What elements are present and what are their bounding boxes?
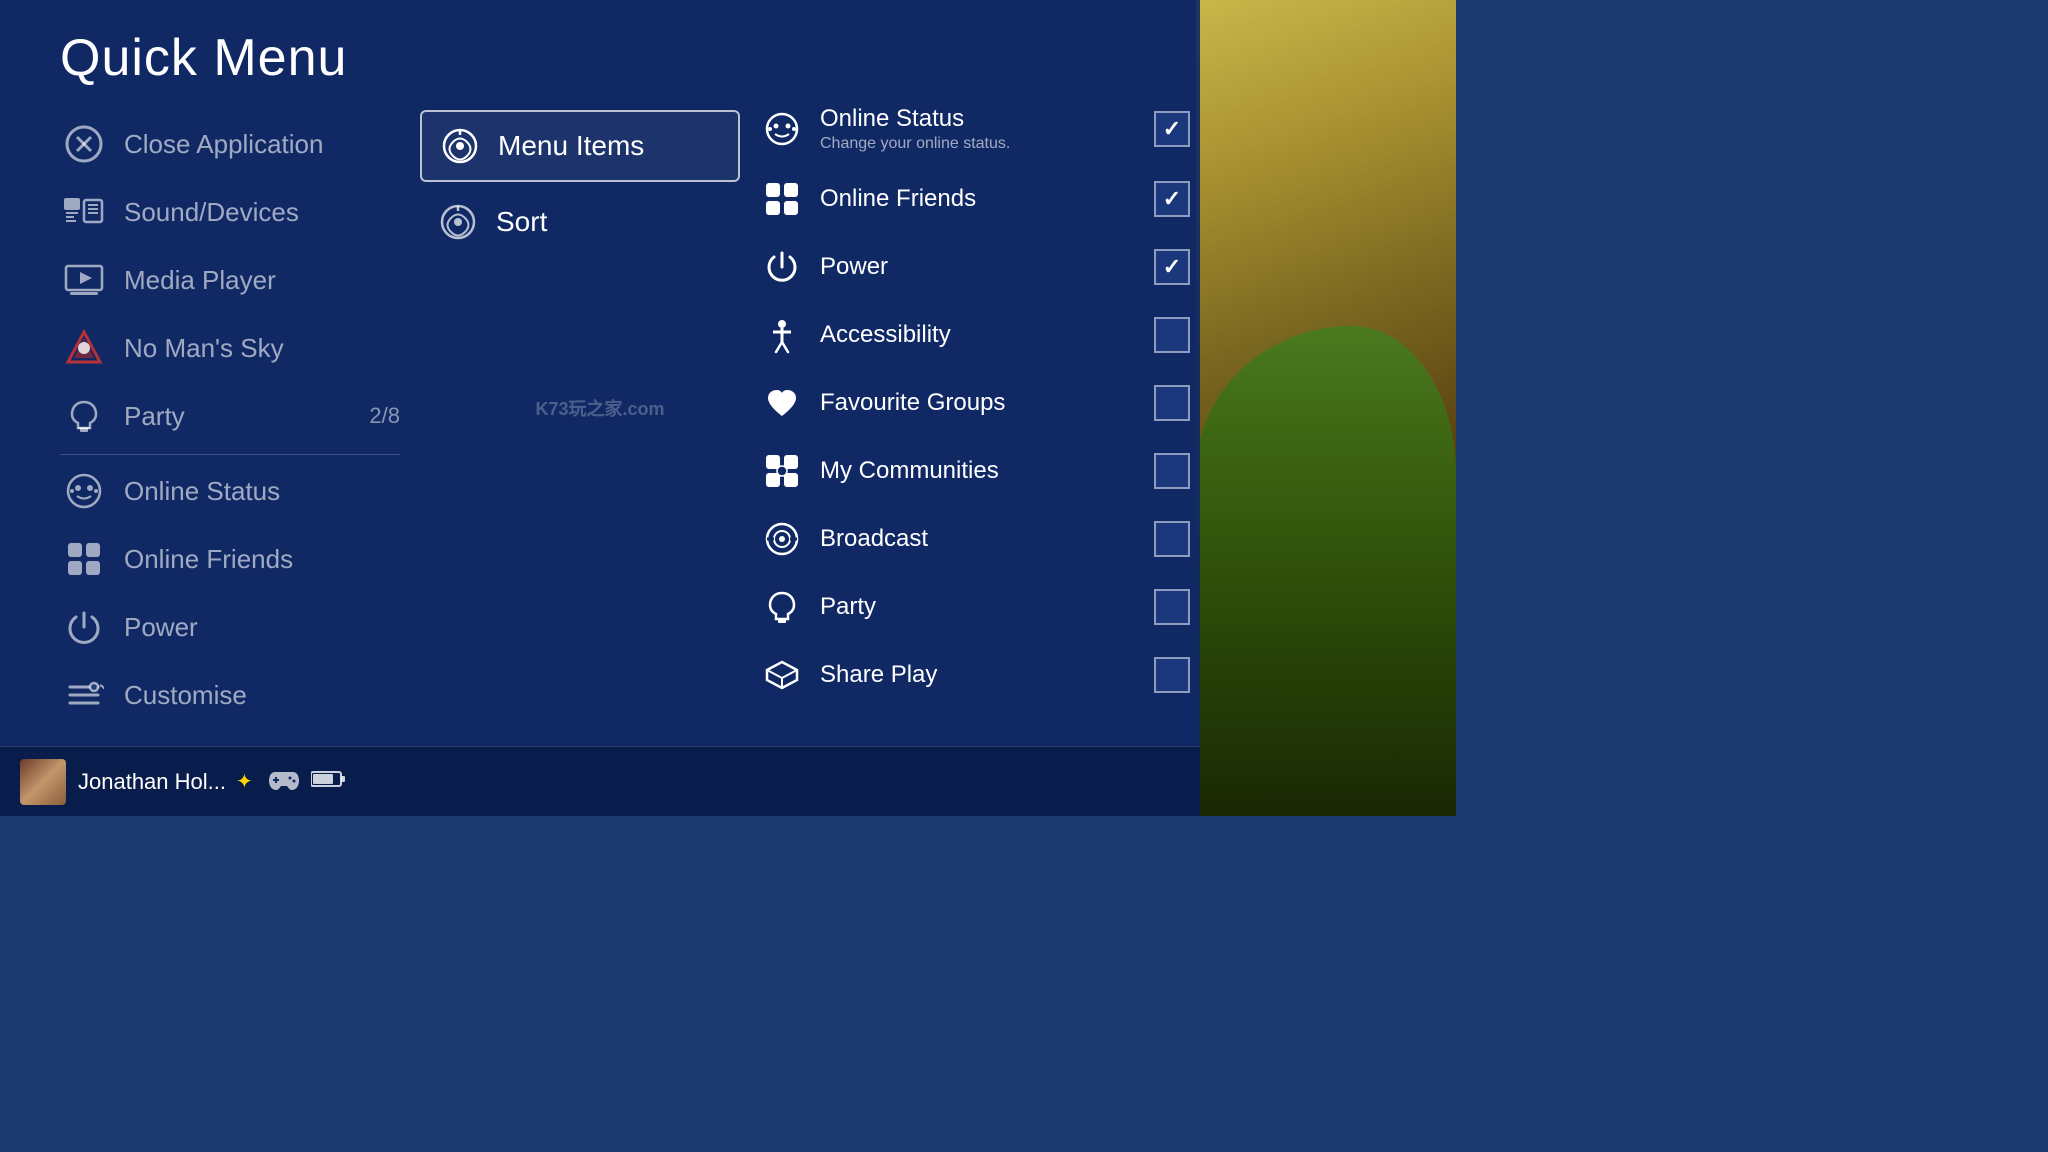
sort-icon [436,200,480,244]
sound-devices-icon [60,188,108,236]
middle-item-menu-items[interactable]: Menu Items [420,110,740,182]
online-status-right-text: Online Status Change your online status. [820,105,1154,153]
accessibility-icon [760,313,804,357]
sidebar-item-customise[interactable]: Customise [60,661,400,729]
online-status-checkbox[interactable] [1154,111,1190,147]
my-communities-text: My Communities [820,457,1154,485]
party-right-checkbox[interactable] [1154,589,1190,625]
middle-item-sort[interactable]: Sort [420,188,740,256]
right-item-accessibility[interactable]: Accessibility [760,303,1190,367]
controller-icon [269,768,299,796]
favourite-groups-label: Favourite Groups [820,389,1154,417]
background-scene [1196,0,1456,816]
online-status-left-icon [60,467,108,515]
left-column: Close Application Sound/Devices [60,110,400,729]
online-friends-checkbox[interactable] [1154,181,1190,217]
my-communities-label: My Communities [820,457,1154,485]
favourite-groups-text: Favourite Groups [820,389,1154,417]
close-app-label: Close Application [124,129,323,160]
online-friends-right-text: Online Friends [820,185,1154,213]
sidebar-item-power[interactable]: Power [60,593,400,661]
share-play-label: Share Play [820,661,1154,689]
media-player-icon [60,256,108,304]
sidebar-item-media-player[interactable]: Media Player [60,246,400,314]
right-item-broadcast[interactable]: Broadcast [760,507,1190,571]
sidebar-item-party[interactable]: Party 2/8 [60,382,400,455]
broadcast-text: Broadcast [820,525,1154,553]
watermark: K73玩之家.com [535,395,664,421]
right-column: Online Status Change your online status.… [760,95,1190,711]
psplus-icon: ✦ [236,769,253,794]
media-player-label: Media Player [124,265,276,296]
accessibility-label: Accessibility [820,321,1154,349]
no-mans-sky-label: No Man's Sky [124,333,284,364]
page-title: Quick Menu [60,28,347,88]
right-item-party[interactable]: Party [760,575,1190,639]
right-item-power[interactable]: Power [760,235,1190,299]
share-play-checkbox[interactable] [1154,657,1190,693]
broadcast-icon [760,517,804,561]
power-right-text: Power [820,253,1154,281]
right-item-share-play[interactable]: Share Play [760,643,1190,707]
power-right-icon [760,245,804,289]
party-badge: 2/8 [369,403,400,429]
username: Jonathan Hol... [78,769,226,795]
middle-column: Menu Items Sort [420,110,740,262]
battery-icon [311,769,347,795]
close-app-icon [60,120,108,168]
right-item-my-communities[interactable]: My Communities [760,439,1190,503]
sidebar-item-online-friends[interactable]: Online Friends [60,525,400,593]
share-play-icon [760,653,804,697]
party-icon [60,392,108,440]
sound-devices-label: Sound/Devices [124,197,299,228]
power-left-label: Power [124,612,198,643]
party-right-label: Party [820,593,1154,621]
power-left-icon [60,603,108,651]
right-item-online-status[interactable]: Online Status Change your online status. [760,95,1190,163]
accessibility-checkbox[interactable] [1154,317,1190,353]
my-communities-icon [760,449,804,493]
online-status-right-label: Online Status [820,105,1154,133]
party-right-text: Party [820,593,1154,621]
online-friends-left-icon [60,535,108,583]
favourite-groups-checkbox[interactable] [1154,385,1190,421]
menu-items-label: Menu Items [498,130,644,162]
party-label: Party [124,401,185,432]
my-communities-checkbox[interactable] [1154,453,1190,489]
broadcast-checkbox[interactable] [1154,521,1190,557]
main-panel: Quick Menu Close Application [0,0,1200,816]
online-friends-right-icon [760,177,804,221]
sidebar-item-online-status[interactable]: Online Status [60,457,400,525]
menu-items-icon [438,124,482,168]
right-item-online-friends[interactable]: Online Friends [760,167,1190,231]
sidebar-item-sound-devices[interactable]: Sound/Devices [60,178,400,246]
bottom-bar: Jonathan Hol... ✦ [0,746,1200,816]
online-friends-right-label: Online Friends [820,185,1154,213]
online-status-left-label: Online Status [124,476,280,507]
accessibility-text: Accessibility [820,321,1154,349]
sort-label: Sort [496,206,547,238]
power-checkbox[interactable] [1154,249,1190,285]
favourite-groups-icon [760,381,804,425]
online-status-sublabel: Change your online status. [820,135,1154,153]
sidebar-item-close-app[interactable]: Close Application [60,110,400,178]
broadcast-label: Broadcast [820,525,1154,553]
online-status-right-icon [760,107,804,151]
sidebar-item-no-mans-sky[interactable]: No Man's Sky [60,314,400,382]
right-item-favourite-groups[interactable]: Favourite Groups [760,371,1190,435]
power-right-label: Power [820,253,1154,281]
no-mans-sky-icon [60,324,108,372]
customise-label: Customise [124,680,247,711]
party-right-icon [760,585,804,629]
avatar [20,759,66,805]
share-play-text: Share Play [820,661,1154,689]
online-friends-left-label: Online Friends [124,544,293,575]
customise-icon [60,671,108,719]
